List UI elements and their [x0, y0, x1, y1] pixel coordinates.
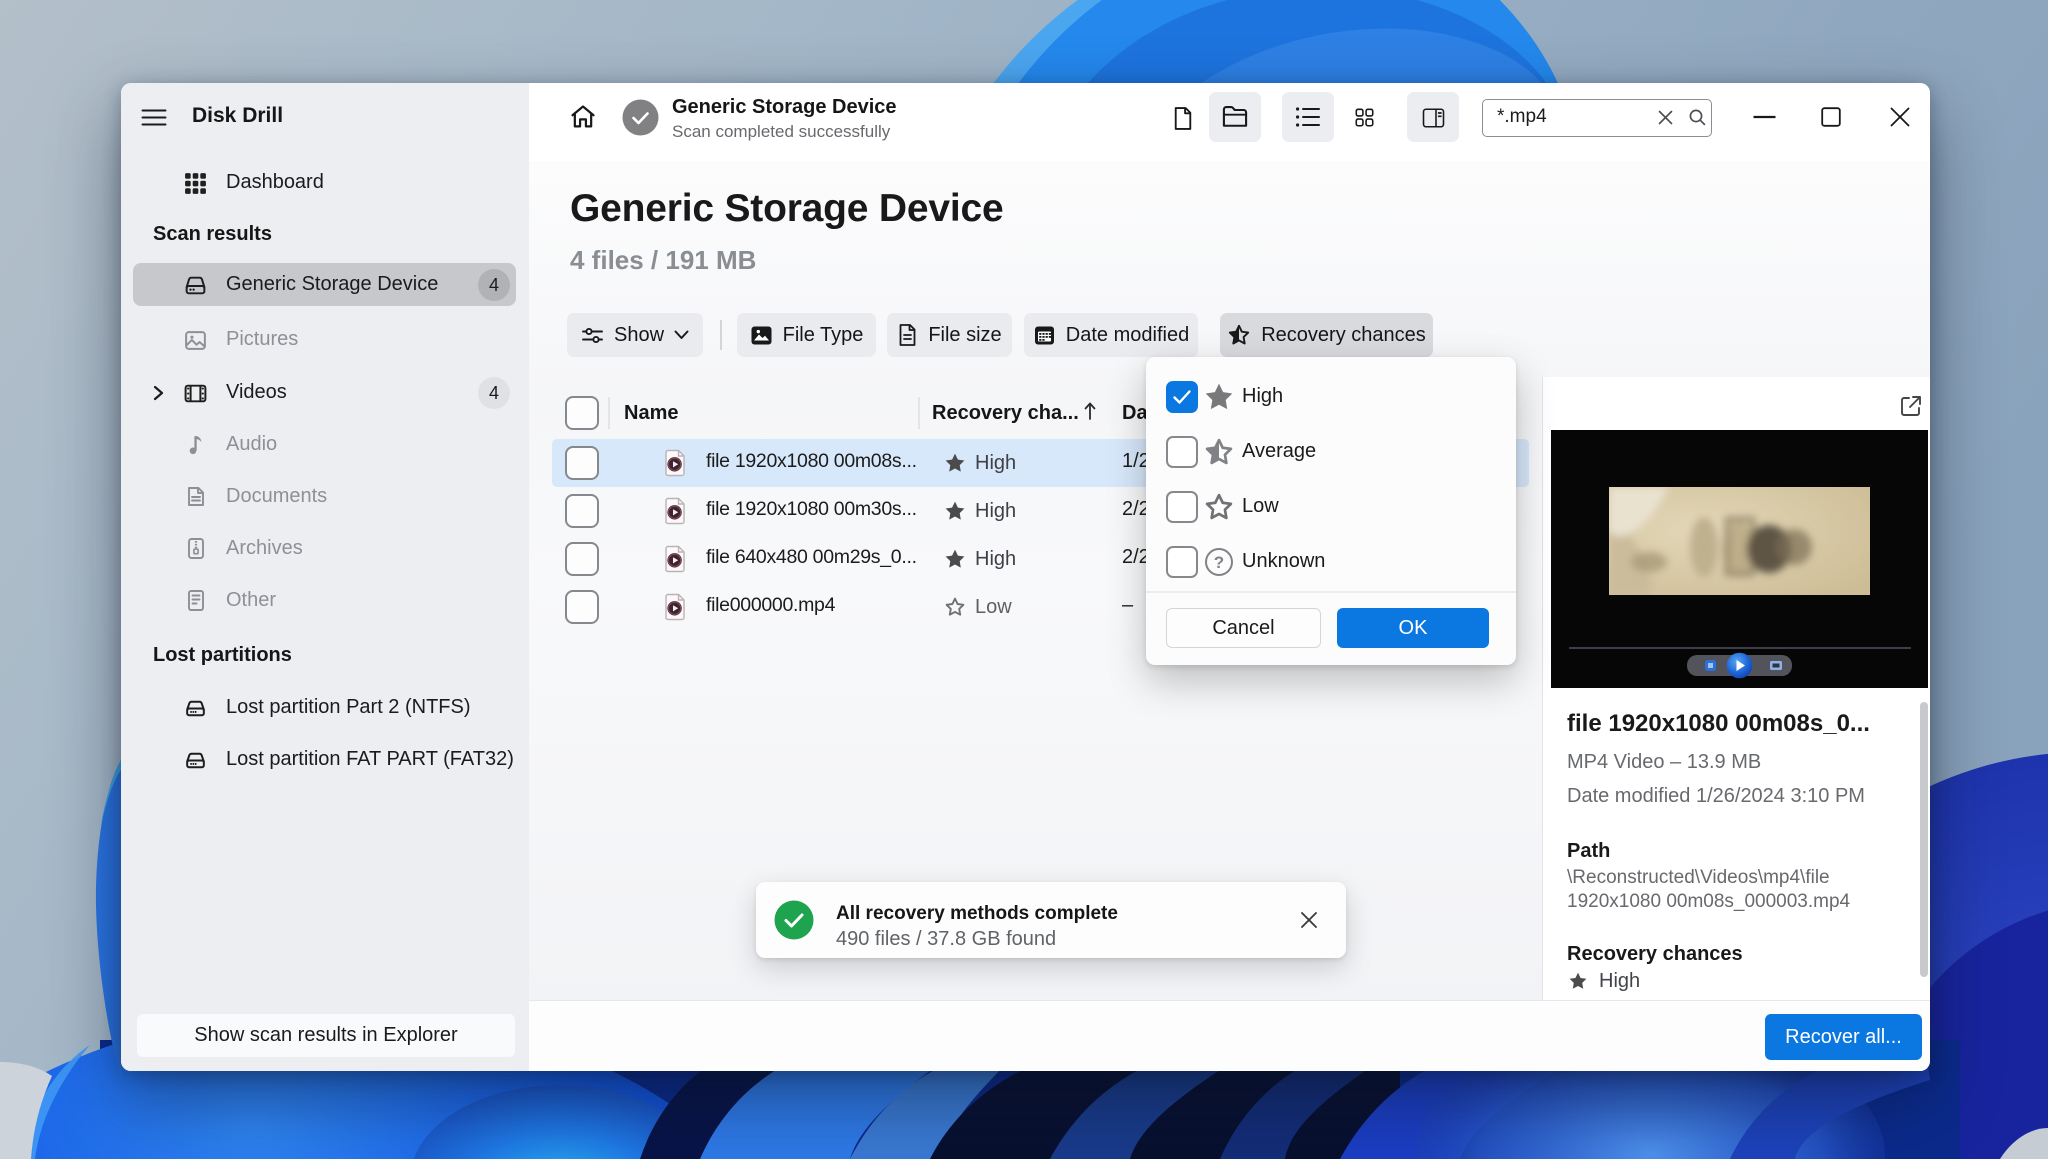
- svg-text:?: ?: [1214, 553, 1224, 572]
